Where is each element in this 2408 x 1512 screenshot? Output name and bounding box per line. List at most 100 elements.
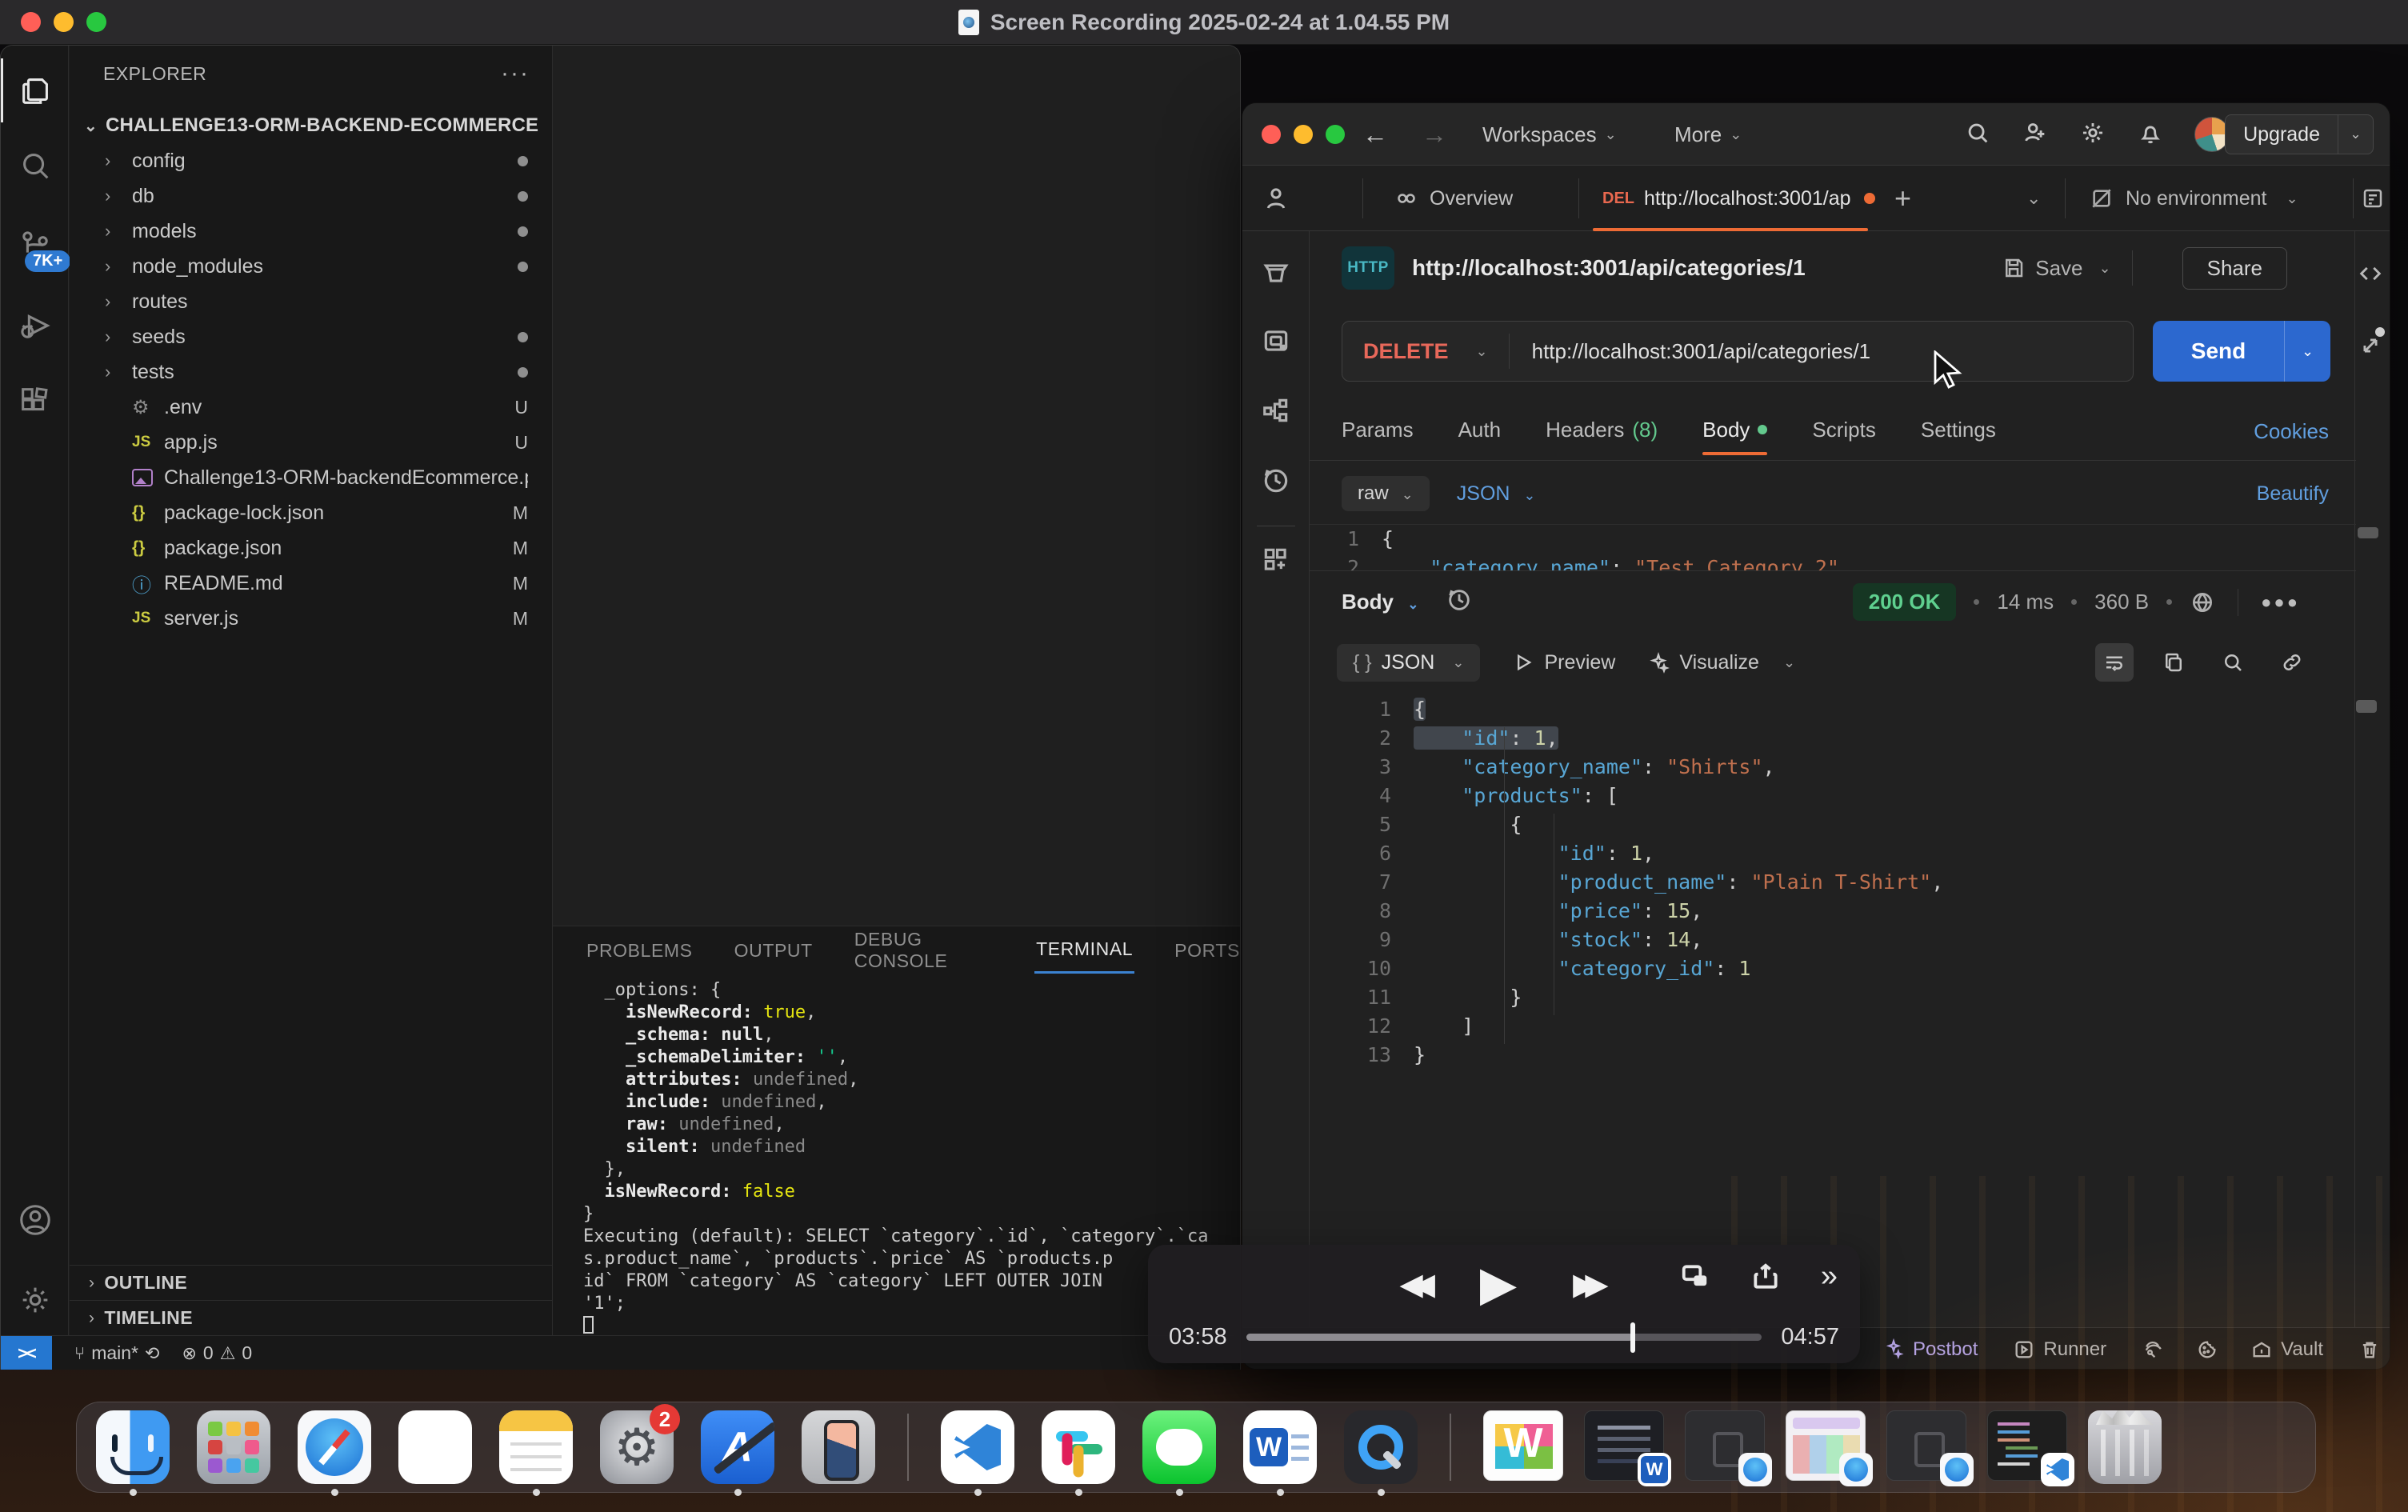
folder-db[interactable]: ›db <box>70 178 552 214</box>
request-tab-params[interactable]: Params <box>1342 418 1414 446</box>
fast-forward-button[interactable]: ▶▶ <box>1562 1266 1608 1302</box>
problems-indicator[interactable]: ⊗ 0 ⚠ 0 <box>182 1342 252 1364</box>
trash-icon[interactable] <box>2358 1338 2381 1361</box>
folder-models[interactable]: ›models <box>70 214 552 249</box>
run-debug-icon[interactable] <box>1 294 69 358</box>
console-icon[interactable] <box>1242 326 1310 356</box>
request-editor-scrollbar[interactable] <box>2358 527 2378 538</box>
dock-minimized-safari-window[interactable] <box>1886 1410 1960 1484</box>
flows-icon[interactable] <box>1242 395 1310 426</box>
dock-visual-studio-code[interactable] <box>941 1410 1014 1484</box>
request-tab-body[interactable]: Body <box>1702 418 1767 446</box>
extensions-icon[interactable] <box>1 370 69 434</box>
response-history-icon[interactable] <box>1446 586 1473 618</box>
url-input[interactable]: DELETE ⌄ http://localhost:3001/api/categ… <box>1342 321 2134 382</box>
request-tab-headers[interactable]: Headers(8) <box>1546 418 1658 446</box>
postbot-button[interactable]: Postbot <box>1882 1338 1978 1361</box>
body-format-dropdown[interactable]: JSON ⌄ <box>1457 482 1536 506</box>
dock-minimized-word-document[interactable] <box>1584 1410 1658 1484</box>
terminal-output[interactable]: _options: { isNewRecord: true, _schema: … <box>583 979 1231 1338</box>
request-tab-settings[interactable]: Settings <box>1921 418 1996 446</box>
dock-slack[interactable] <box>1042 1410 1115 1484</box>
panel-tab-problems[interactable]: PROBLEMS <box>585 929 694 973</box>
visualize-button[interactable]: Visualize ⌄ <box>1647 651 1795 674</box>
dock-safari[interactable] <box>298 1410 371 1484</box>
new-tab-button[interactable]: + <box>1894 166 1911 231</box>
cookies-icon[interactable] <box>2196 1338 2218 1361</box>
rewind-button[interactable]: ◀◀ <box>1399 1266 1434 1302</box>
dock-reminders[interactable] <box>398 1410 472 1484</box>
panel-tab-terminal[interactable]: TERMINAL <box>1034 927 1134 974</box>
workspaces-menu[interactable]: Workspaces⌄ <box>1482 103 1617 166</box>
dock-minimized-window[interactable]: W <box>1483 1410 1557 1484</box>
url-value[interactable]: http://localhost:3001/api/categories/1 <box>1532 339 1871 364</box>
new-request-grid-icon[interactable] <box>1242 545 1310 575</box>
code-snippet-icon[interactable] <box>2354 260 2386 287</box>
response-scrollbar[interactable] <box>2356 700 2377 713</box>
search-icon[interactable] <box>1 134 69 198</box>
save-dropdown-icon[interactable]: ⌄ <box>2099 260 2111 277</box>
response-body-dropdown[interactable]: Body ⌄ <box>1342 590 1418 614</box>
traffic-lights[interactable] <box>21 12 106 32</box>
folder-tests[interactable]: ›tests <box>70 354 552 390</box>
seek-bar[interactable] <box>1246 1334 1762 1341</box>
tab-request-active[interactable]: DEL http://localhost:3001/ap <box>1602 166 1875 231</box>
save-button[interactable]: Save <box>2035 256 2082 281</box>
expand-arrows-icon[interactable] <box>2354 332 2386 359</box>
folder-node-modules[interactable]: ›node_modules <box>70 249 552 284</box>
settings-gear-icon[interactable] <box>1 1268 69 1332</box>
tab-list-chevron[interactable]: ⌄ <box>2018 166 2041 231</box>
dock-trash[interactable] <box>2088 1410 2162 1484</box>
sidebar-user-icon[interactable] <box>1242 184 1310 213</box>
panel-tab-debug-console[interactable]: DEBUG CONSOLE <box>853 918 996 983</box>
dock-minimized-safari-window[interactable] <box>1786 1410 1859 1484</box>
branch-indicator[interactable]: ⑂ main* ⟲ <box>74 1342 159 1364</box>
delete-history-icon[interactable] <box>1242 257 1310 287</box>
status-badge[interactable]: 200 OK <box>1853 583 1957 621</box>
file-server-js[interactable]: JSserver.jsM <box>70 601 552 636</box>
send-dropdown-icon[interactable]: ⌄ <box>2284 321 2330 382</box>
copy-icon[interactable] <box>2154 643 2193 682</box>
cookies-link[interactable]: Cookies <box>2254 409 2329 454</box>
search-icon[interactable] <box>2214 643 2252 682</box>
method-dropdown-icon[interactable]: ⌄ <box>1476 343 1488 360</box>
timeline-section[interactable]: › TIMELINE <box>70 1300 552 1335</box>
request-tab-auth[interactable]: Auth <box>1458 418 1502 446</box>
share-button[interactable]: Share <box>2182 247 2287 290</box>
play-button[interactable]: ▶ <box>1480 1256 1517 1312</box>
source-control-icon[interactable]: 7K+ <box>1 214 69 278</box>
link-icon[interactable] <box>2273 643 2311 682</box>
send-button[interactable]: Send ⌄ <box>2153 321 2330 382</box>
zoom-button[interactable] <box>86 12 106 32</box>
minimize-button[interactable] <box>1294 125 1313 144</box>
request-tab-scripts[interactable]: Scripts <box>1812 418 1875 446</box>
folder-config[interactable]: ›config <box>70 143 552 178</box>
dock-iphone-mirroring[interactable] <box>802 1410 875 1484</box>
account-icon[interactable] <box>1 1188 69 1252</box>
preview-button[interactable]: Preview <box>1512 651 1615 674</box>
explorer-icon[interactable] <box>1 58 69 122</box>
network-globe-icon[interactable] <box>2190 590 2215 615</box>
playhead[interactable] <box>1630 1322 1635 1353</box>
dock-microsoft-word[interactable] <box>1243 1410 1317 1484</box>
share-icon[interactable] <box>1750 1262 1781 1292</box>
back-arrow-icon[interactable]: ← <box>1362 120 1388 150</box>
request-body-editor[interactable]: 1{2 "category_name": "Test Category 2" <box>1310 524 2356 570</box>
capture-requests-icon[interactable] <box>2142 1338 2164 1361</box>
dock-launchpad[interactable] <box>197 1410 270 1484</box>
outline-section[interactable]: › OUTLINE <box>70 1265 552 1300</box>
dock-xcode[interactable]: A <box>701 1410 774 1484</box>
history-clock-icon[interactable] <box>1242 466 1310 496</box>
response-format-dropdown[interactable]: { } JSON ⌄ <box>1337 644 1480 682</box>
zoom-button[interactable] <box>1326 125 1345 144</box>
body-type-dropdown[interactable]: raw⌄ <box>1342 476 1430 511</box>
panel-tab-output[interactable]: OUTPUT <box>733 929 814 973</box>
environment-quicklook-icon[interactable] <box>2361 166 2385 231</box>
dock-notes[interactable] <box>499 1410 573 1484</box>
file-app-js[interactable]: JSapp.jsU <box>70 425 552 460</box>
more-menu[interactable]: More⌄ <box>1674 103 1742 166</box>
runner-button[interactable]: Runner <box>2013 1338 2106 1361</box>
more-options-icon[interactable]: ●●● <box>2261 592 2300 613</box>
panel-tab-ports[interactable]: PORTS <box>1173 929 1241 973</box>
upgrade-dropdown-icon[interactable]: ⌄ <box>2338 115 2373 154</box>
